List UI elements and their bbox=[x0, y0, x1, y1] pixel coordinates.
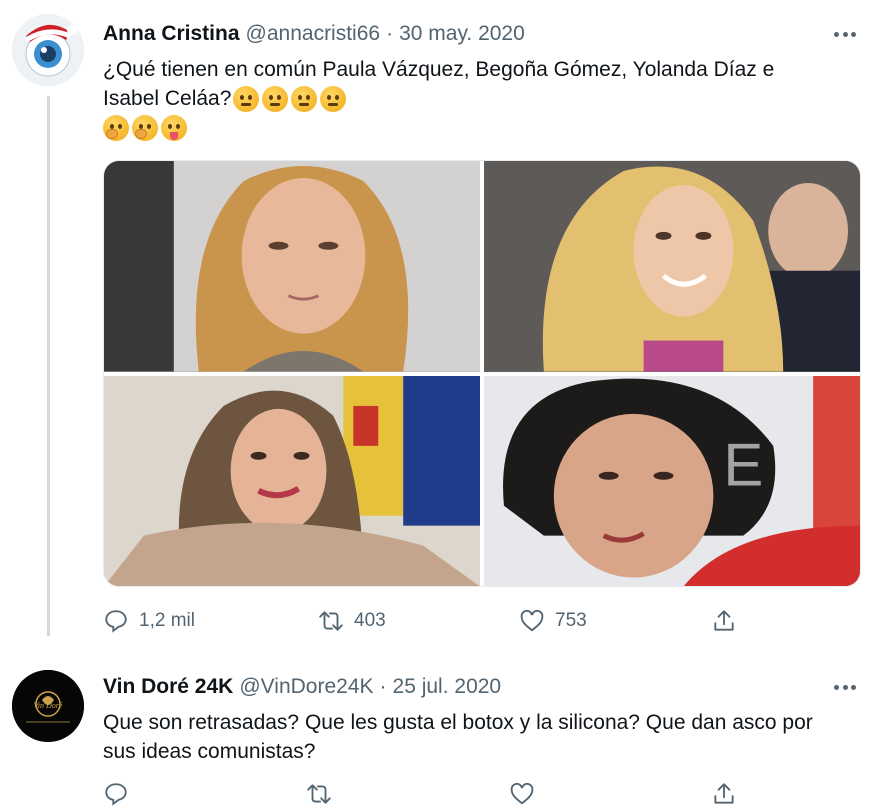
photo-1[interactable] bbox=[104, 161, 480, 372]
photo-4[interactable]: E bbox=[484, 375, 860, 586]
tweet-text-line: sus ideas comunistas? bbox=[103, 740, 316, 763]
share-button[interactable] bbox=[711, 608, 737, 634]
separator-dot: · bbox=[379, 675, 387, 698]
woman-portrait-icon bbox=[104, 161, 480, 372]
reply-count: 1,2 mil bbox=[139, 610, 195, 631]
like-button[interactable] bbox=[509, 781, 535, 807]
svg-text:E: E bbox=[723, 431, 763, 498]
woman-smiling-icon bbox=[484, 161, 860, 372]
more-options-button[interactable] bbox=[830, 677, 860, 697]
thinking-emoji-icon bbox=[233, 86, 260, 113]
tweet-text-line: Isabel Celáa? bbox=[103, 84, 853, 113]
tweet-emoji-line bbox=[103, 113, 853, 143]
tweet-text: Que son retrasadas? Que les gusta el bot… bbox=[103, 708, 853, 766]
tweet-header: Anna Cristina @annacristi66 · 30 may. 20… bbox=[103, 22, 525, 48]
share-icon bbox=[714, 783, 734, 804]
more-icon bbox=[834, 684, 839, 690]
reply-icon bbox=[105, 610, 127, 633]
retweet-button[interactable]: 403 bbox=[318, 608, 386, 634]
like-icon bbox=[520, 609, 544, 632]
share-button[interactable] bbox=[711, 781, 737, 807]
reply-button[interactable]: 1,2 mil bbox=[103, 608, 195, 634]
tweet[interactable]: Anna Cristina @annacristi66 · 30 may. 20… bbox=[0, 0, 880, 650]
eye-avatar-icon bbox=[12, 14, 84, 86]
photo-2[interactable] bbox=[484, 161, 860, 372]
photo-3[interactable] bbox=[104, 375, 480, 586]
retweet-icon bbox=[319, 611, 343, 631]
tweet-text-line: ¿Qué tienen en común Paula Vázquez, Bego… bbox=[103, 58, 775, 81]
like-count: 753 bbox=[555, 610, 587, 631]
thinking-emoji-icon bbox=[291, 86, 318, 113]
hand-over-mouth-emoji-icon bbox=[103, 115, 129, 142]
separator-dot: · bbox=[386, 22, 394, 45]
retweet-icon bbox=[307, 784, 331, 804]
tweet-text-line: Que son retrasadas? Que les gusta el bot… bbox=[103, 711, 813, 734]
vin-dore-logo-icon: Vin Doré bbox=[12, 670, 84, 742]
avatar-logo-text: Vin Doré bbox=[34, 701, 63, 710]
author-name[interactable]: Vin Doré 24K bbox=[103, 675, 233, 699]
hand-over-mouth-emoji-icon bbox=[132, 115, 158, 142]
author-handle[interactable]: @VinDore24K bbox=[239, 675, 373, 699]
woman-curly-hair-icon: E bbox=[484, 375, 860, 586]
more-options-button[interactable] bbox=[830, 24, 860, 44]
thinking-emoji-icon bbox=[262, 86, 289, 113]
avatar[interactable]: Vin Doré bbox=[12, 670, 84, 742]
avatar[interactable] bbox=[12, 14, 84, 86]
tweet-actions bbox=[103, 781, 743, 811]
like-icon bbox=[510, 782, 534, 805]
tweet-text: ¿Qué tienen en común Paula Vázquez, Bego… bbox=[103, 55, 853, 143]
tweet-date[interactable]: 30 may. 2020 bbox=[399, 22, 525, 46]
more-icon bbox=[834, 31, 839, 37]
retweet-button[interactable] bbox=[306, 781, 332, 807]
reply-button[interactable] bbox=[103, 781, 129, 807]
tweet-actions: 1,2 mil 403 753 bbox=[103, 608, 743, 638]
reply-icon bbox=[105, 783, 127, 806]
author-handle[interactable]: @annacristi66 bbox=[246, 22, 381, 46]
squinting-tongue-emoji-icon bbox=[161, 115, 187, 142]
like-button[interactable]: 753 bbox=[519, 608, 587, 634]
share-icon bbox=[714, 610, 734, 631]
tweet-date[interactable]: 25 jul. 2020 bbox=[393, 675, 502, 699]
author-name[interactable]: Anna Cristina bbox=[103, 22, 240, 46]
tweet-header: Vin Doré 24K @VinDore24K · 25 jul. 2020 bbox=[103, 675, 501, 701]
thinking-emoji-icon bbox=[320, 86, 347, 113]
media-grid[interactable]: E bbox=[103, 160, 861, 587]
thread-line bbox=[47, 96, 50, 636]
retweet-count: 403 bbox=[354, 610, 386, 631]
tweet[interactable]: Vin Doré Vin Doré 24K @VinDore24K · 25 j… bbox=[0, 650, 880, 811]
woman-speaking-icon bbox=[104, 375, 480, 586]
